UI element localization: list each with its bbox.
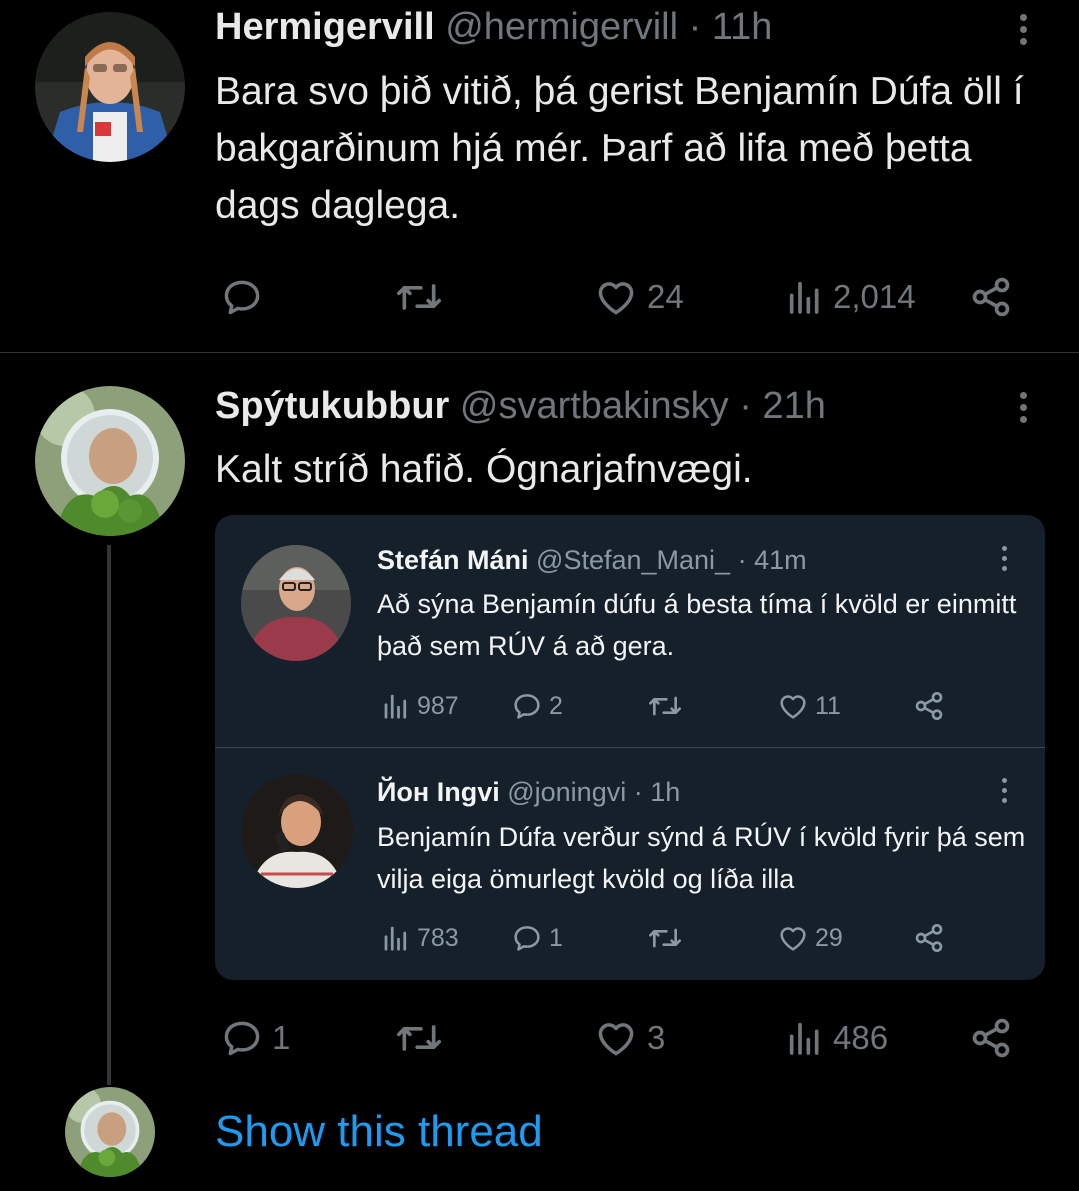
retweet-button[interactable] <box>395 272 443 322</box>
like-icon <box>598 282 634 315</box>
tweet-text: Bara svo þið vitið, þá gerist Benjamín D… <box>215 70 1024 227</box>
separator: · <box>688 6 702 48</box>
reply-icon <box>514 694 540 719</box>
show-thread-link[interactable]: Show this thread <box>215 1106 543 1158</box>
avatar[interactable] <box>35 386 185 536</box>
quoted-header: Йон Ingvi @joningvi · 1h <box>377 775 680 809</box>
quoted-action-bar: 783 1 29 <box>377 920 997 956</box>
share-button[interactable] <box>913 920 945 956</box>
retweet-icon <box>397 284 441 310</box>
quoted-action-bar: 987 2 11 <box>377 688 997 724</box>
reply-button[interactable]: 1 <box>511 920 563 956</box>
separator: · <box>737 545 747 575</box>
timestamp[interactable]: 21h <box>762 385 825 427</box>
retweet-icon <box>648 928 681 948</box>
avatar[interactable] <box>241 774 353 888</box>
timestamp[interactable]: 41m <box>754 545 807 575</box>
action-bar: 24 2,014 <box>215 272 1025 322</box>
quoted-thread-card[interactable]: Stefán Máni @Stefan_Mani_ · 41m Að sýna … <box>215 515 1045 980</box>
reply-button[interactable]: 1 <box>220 1013 290 1063</box>
reply-button[interactable]: 2 <box>511 688 563 724</box>
like-icon <box>780 927 806 951</box>
like-button[interactable]: 3 <box>593 1013 665 1063</box>
view-count: 2,014 <box>833 278 916 315</box>
views-button[interactable]: 2,014 <box>785 272 916 322</box>
like-count: 29 <box>815 923 843 952</box>
quoted-header: Stefán Máni @Stefan_Mani_ · 41m <box>377 543 807 577</box>
retweet-icon <box>648 696 681 716</box>
timestamp[interactable]: 1h <box>650 777 680 807</box>
views-button[interactable]: 486 <box>785 1013 888 1063</box>
quoted-tweet[interactable]: Йон Ingvi @joningvi · 1h Benjamín Dúfa v… <box>215 748 1045 980</box>
like-count: 3 <box>647 1019 666 1056</box>
view-count: 987 <box>417 691 459 720</box>
more-icon[interactable] <box>995 543 1015 575</box>
like-button[interactable]: 11 <box>777 688 841 724</box>
user-handle[interactable]: @joningvi <box>507 777 626 807</box>
reply-icon <box>514 926 540 951</box>
share-icon <box>915 924 943 952</box>
like-icon <box>598 1023 634 1056</box>
views-icon <box>384 694 407 719</box>
tweet-header: Spýtukubbur @svartbakinsky · 21h <box>215 383 826 429</box>
reply-count: 2 <box>549 691 563 720</box>
share-icon <box>915 692 943 720</box>
share-icon <box>972 1018 1010 1058</box>
retweet-icon <box>397 1025 441 1051</box>
views-icon <box>789 281 819 314</box>
reply-count: 1 <box>272 1019 291 1056</box>
display-name[interactable]: Spýtukubbur <box>215 385 449 427</box>
user-handle[interactable]: @hermigervill <box>445 6 678 48</box>
thread-avatar[interactable] <box>65 1087 155 1177</box>
like-count: 24 <box>647 278 684 315</box>
views-icon <box>789 1022 819 1055</box>
share-button[interactable] <box>913 688 945 724</box>
retweet-button[interactable] <box>647 920 683 956</box>
separator: · <box>739 385 752 427</box>
share-button[interactable] <box>969 272 1013 322</box>
display-name[interactable]: Йон Ingvi <box>377 777 500 807</box>
like-button[interactable]: 29 <box>777 920 843 956</box>
like-count: 11 <box>815 691 841 720</box>
avatar[interactable] <box>241 545 351 661</box>
reply-count: 1 <box>549 923 563 952</box>
share-icon <box>972 277 1010 317</box>
retweet-button[interactable] <box>647 688 683 724</box>
display-name[interactable]: Hermigervill <box>215 6 435 48</box>
view-count: 783 <box>417 923 459 952</box>
user-handle[interactable]: @svartbakinsky <box>460 385 729 427</box>
more-icon[interactable] <box>1008 8 1038 52</box>
reply-icon <box>224 1021 260 1056</box>
views-button[interactable]: 987 <box>381 688 459 724</box>
user-handle[interactable]: @Stefan_Mani_ <box>536 545 730 575</box>
views-icon <box>384 926 407 951</box>
quoted-text: Að sýna Benjamín dúfu á besta tíma í kvö… <box>377 589 1017 661</box>
timestamp[interactable]: 11h <box>712 6 773 48</box>
tweet-text: Kalt stríð hafið. Ógnarjafnvægi. <box>215 448 753 491</box>
action-bar: 1 3 486 <box>215 1013 1025 1063</box>
reply-icon <box>224 280 260 315</box>
share-button[interactable] <box>969 1013 1013 1063</box>
more-icon[interactable] <box>1008 386 1038 430</box>
like-button[interactable]: 24 <box>593 272 684 322</box>
view-count: 486 <box>833 1019 889 1056</box>
views-button[interactable]: 783 <box>381 920 459 956</box>
retweet-button[interactable] <box>395 1013 443 1063</box>
reply-button[interactable] <box>220 272 264 322</box>
quoted-tweet[interactable]: Stefán Máni @Stefan_Mani_ · 41m Að sýna … <box>215 515 1045 747</box>
more-icon[interactable] <box>995 775 1015 807</box>
avatar[interactable] <box>35 12 185 162</box>
like-icon <box>780 695 806 719</box>
tweet-hermigervill[interactable]: Hermigervill @hermigervill · 11h Bara sv… <box>0 0 1079 352</box>
display-name[interactable]: Stefán Máni <box>377 545 529 575</box>
quoted-text: Benjamín Dúfa verður sýnd á RÚV í kvöld … <box>377 822 1026 894</box>
separator: · <box>633 777 643 807</box>
tweet-header: Hermigervill @hermigervill · 11h <box>215 4 772 50</box>
